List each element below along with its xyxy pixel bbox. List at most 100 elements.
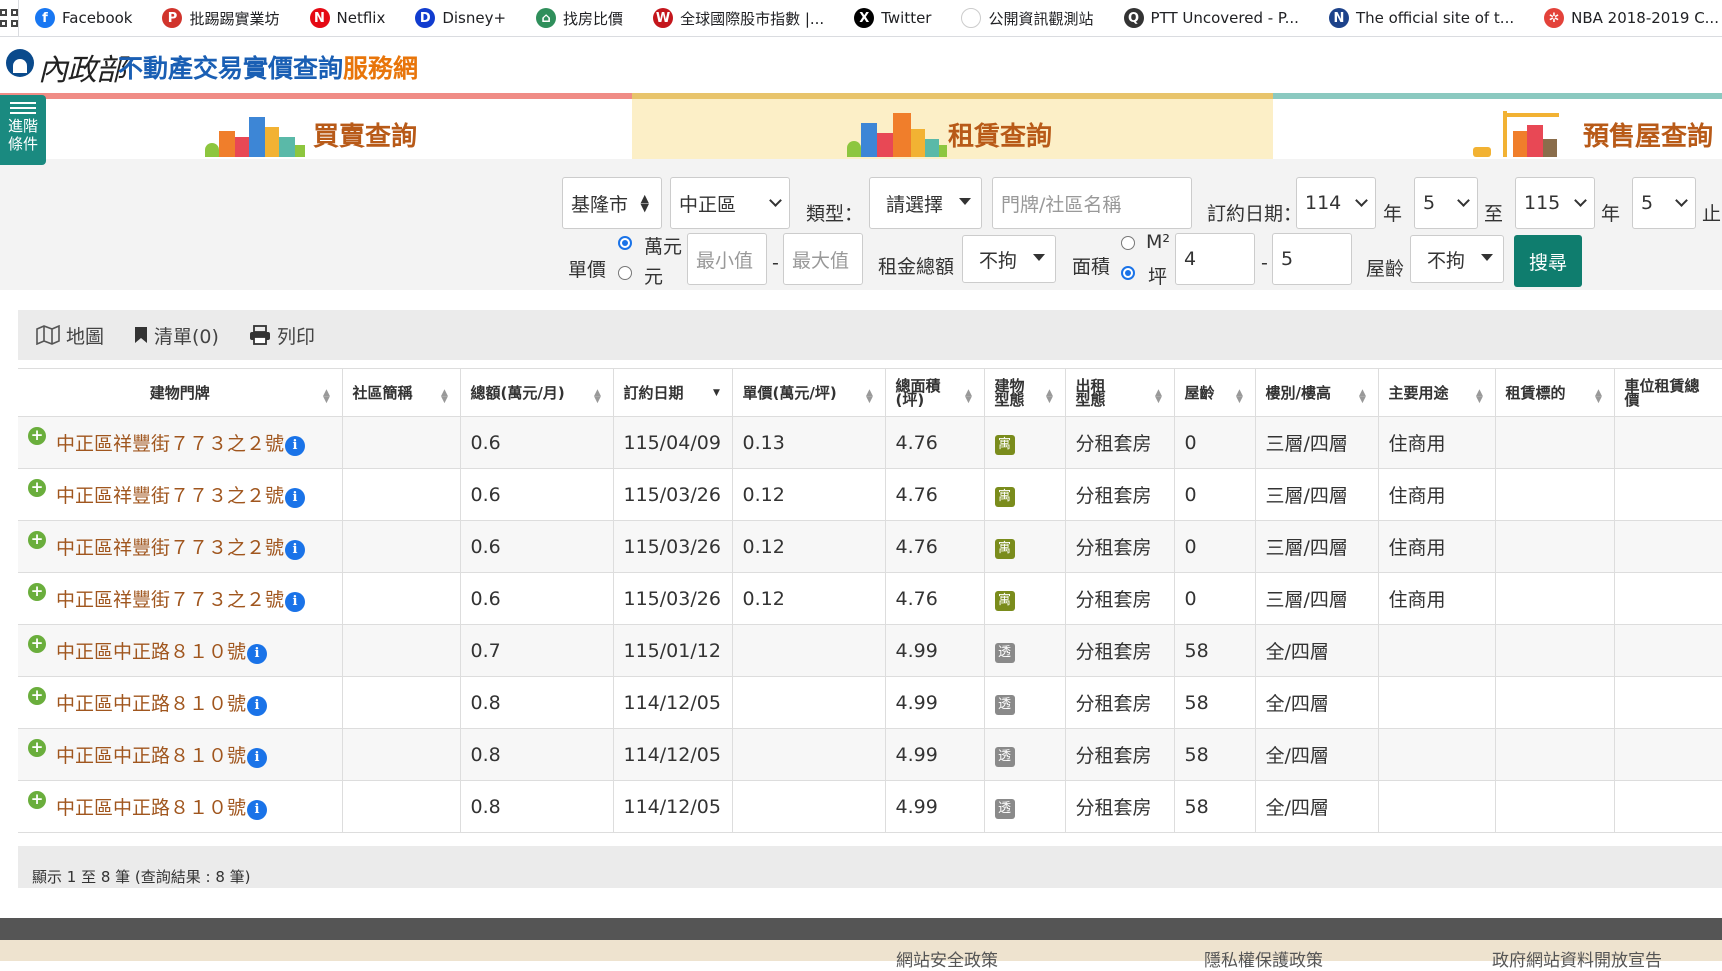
column-header[interactable]: 主要用途 ▲ ▼ <box>1378 368 1496 417</box>
building-age-select[interactable]: 不拘 <box>1410 235 1504 283</box>
bookmark-item[interactable]: N The official site of t... <box>1309 0 1524 36</box>
area-max-input[interactable]: 5 <box>1272 233 1352 285</box>
sort-icon[interactable]: ▲ ▼ <box>865 389 875 405</box>
sort-icon[interactable]: ▲ ▼ <box>1045 389 1055 405</box>
info-icon[interactable]: i <box>285 435 306 456</box>
bookmark-item[interactable]: X Twitter <box>834 0 941 36</box>
table-row[interactable]: + 中正區中正路８１０號 i 0.7 115/01/12 4.99 透 分租套房 58 全/四層 <box>18 624 1722 677</box>
bookmark-item[interactable]: N Netflix <box>290 0 396 36</box>
apps-grid-icon[interactable] <box>0 0 19 36</box>
sort-icon[interactable]: ▲ ▼ <box>1475 389 1485 405</box>
table-row[interactable]: + 中正區中正路８１０號 i 0.8 114/12/05 4.99 透 分租套房 58 全/四層 <box>18 676 1722 729</box>
tab-rent[interactable]: 租賃查詢 <box>632 93 1273 159</box>
address-link[interactable]: 中正區中正路８１０號 <box>56 689 246 716</box>
sort-icon[interactable]: ▲ ▼ <box>1358 389 1368 405</box>
area-m2-radio[interactable] <box>1121 236 1135 250</box>
cell-value: 4.76 <box>895 431 938 454</box>
bookmark-item[interactable]: 公開資訊觀測站 <box>941 0 1103 36</box>
expand-plus-icon[interactable]: + <box>28 686 46 705</box>
type-select[interactable]: 請選擇 <box>869 177 982 229</box>
area-ping-radio[interactable] <box>1121 266 1135 280</box>
sort-icon[interactable]: ▲ ▼ <box>593 389 603 405</box>
column-header[interactable]: 單價(萬元/坪) ▲ ▼ <box>732 368 886 417</box>
address-link[interactable]: 中正區祥豐街７７３之２號 <box>56 533 284 560</box>
expand-plus-icon[interactable]: + <box>28 426 46 445</box>
info-icon[interactable]: i <box>247 799 268 820</box>
bookmark-item[interactable]: Q PTT Uncovered - P... <box>1104 0 1309 36</box>
table-row[interactable]: + 中正區中正路８１０號 i 0.8 114/12/05 4.99 透 分租套房 58 全/四層 <box>18 780 1722 833</box>
column-header[interactable]: 出租 型態 ▲ ▼ <box>1065 368 1175 417</box>
table-row[interactable]: + 中正區祥豐街７７３之２號 i 0.6 115/04/09 0.13 4.76 寓 分租套房 0… <box>18 416 1722 469</box>
area-min-input[interactable]: 4 <box>1175 233 1255 285</box>
table-row[interactable]: + 中正區中正路８１０號 i 0.8 114/12/05 4.99 透 分租套房 58 全/四層 <box>18 728 1722 781</box>
table-row[interactable]: + 中正區祥豐街７７３之２號 i 0.6 115/03/26 0.12 4.76 寓 分租套房 0… <box>18 468 1722 521</box>
end-month-select[interactable]: 5 <box>1632 177 1696 229</box>
info-icon[interactable]: i <box>247 747 268 768</box>
table-row[interactable]: + 中正區祥豐街７７３之２號 i 0.6 115/03/26 0.12 4.76 寓 分租套房 0… <box>18 520 1722 573</box>
info-icon[interactable]: i <box>285 591 306 612</box>
column-header[interactable]: 屋齡 ▲ ▼ <box>1174 368 1256 417</box>
info-icon[interactable]: i <box>285 539 306 560</box>
info-icon[interactable]: i <box>247 643 268 664</box>
address-input[interactable]: 門牌/社區名稱 <box>992 177 1192 229</box>
address-link[interactable]: 中正區中正路８１０號 <box>56 793 246 820</box>
expand-plus-icon[interactable]: + <box>28 582 46 601</box>
unit-price-max-input[interactable]: 最大值 <box>783 233 863 285</box>
column-header[interactable]: 車位租賃總價 <box>1614 368 1722 417</box>
bookmark-item[interactable]: ✲ NBA 2018-2019 C... <box>1524 0 1722 36</box>
column-header[interactable]: 總面積 (坪) ▲ ▼ <box>885 368 985 417</box>
advanced-conditions-button[interactable]: 進階 條件 <box>0 95 46 165</box>
site-title[interactable]: 不動產交易實價查詢服務網 <box>118 49 418 85</box>
search-button[interactable]: 搜尋 <box>1514 235 1582 287</box>
expand-plus-icon[interactable]: + <box>28 790 46 809</box>
bookmark-item[interactable]: ⌂ 找房比價 <box>516 0 633 36</box>
end-year-select[interactable]: 115 <box>1515 177 1595 229</box>
start-year-select[interactable]: 114 <box>1296 177 1376 229</box>
column-header[interactable]: 建物門牌 ▲ ▼ <box>18 368 343 417</box>
expand-plus-icon[interactable]: + <box>28 634 46 653</box>
footer-security-link[interactable]: 網站安全政策 <box>896 946 998 971</box>
city-select[interactable]: 基隆市 ▲ ▼ <box>562 177 662 229</box>
column-header[interactable]: 樓別/樓高 ▲ ▼ <box>1255 368 1379 417</box>
unit-wan-radio[interactable] <box>618 236 632 250</box>
sort-icon[interactable]: ▲ ▼ <box>1235 389 1245 405</box>
unit-yuan-radio[interactable] <box>618 266 632 280</box>
sort-icon[interactable]: ▲ ▼ <box>440 389 450 405</box>
column-header[interactable]: 訂約日期 ▼ <box>613 368 733 417</box>
district-select[interactable]: 中正區 <box>670 177 790 229</box>
bookmark-item[interactable]: f Facebook <box>19 0 142 36</box>
footer-privacy-link[interactable]: 隱私權保護政策 <box>1204 946 1323 971</box>
tab-buy[interactable]: 買賣查詢 <box>0 93 632 159</box>
address-link[interactable]: 中正區祥豐街７７３之２號 <box>56 481 284 508</box>
bookmark-item[interactable]: W 全球國際股市指數 |... <box>633 0 834 36</box>
expand-plus-icon[interactable]: + <box>28 530 46 549</box>
footer-open-data-link[interactable]: 政府網站資料開放宣告 <box>1492 946 1662 971</box>
expand-plus-icon[interactable]: + <box>28 738 46 757</box>
column-header[interactable]: 租賃標的 ▲ ▼ <box>1495 368 1615 417</box>
print-button[interactable]: 列印 <box>249 322 315 349</box>
info-icon[interactable]: i <box>285 487 306 508</box>
bookmark-item[interactable]: D Disney+ <box>395 0 516 36</box>
expand-plus-icon[interactable]: + <box>28 478 46 497</box>
start-month-select[interactable]: 5 <box>1414 177 1478 229</box>
sort-icon[interactable]: ▲ ▼ <box>1594 389 1604 405</box>
list-button[interactable]: 清單(0) <box>134 322 219 349</box>
address-link[interactable]: 中正區祥豐街７７３之２號 <box>56 585 284 612</box>
table-row[interactable]: + 中正區祥豐街７７３之２號 i 0.6 115/03/26 0.12 4.76 寓 分租套房 0… <box>18 572 1722 625</box>
unit-price-min-input[interactable]: 最小值 <box>687 233 767 285</box>
map-button[interactable]: 地圖 <box>36 322 104 349</box>
bookmark-item[interactable]: P 批踢踢實業坊 <box>142 0 289 36</box>
tab-presale[interactable]: 預售屋查詢 <box>1273 93 1722 159</box>
sort-icon[interactable]: ▲ ▼ <box>1154 389 1164 405</box>
address-link[interactable]: 中正區祥豐街７７３之２號 <box>56 429 284 456</box>
rent-total-select[interactable]: 不拘 <box>962 235 1056 283</box>
sort-icon[interactable]: ▼ <box>712 389 722 398</box>
address-link[interactable]: 中正區中正路８１０號 <box>56 741 246 768</box>
column-header[interactable]: 社區簡稱 ▲ ▼ <box>342 368 461 417</box>
column-header[interactable]: 總額(萬元/月) ▲ ▼ <box>460 368 614 417</box>
column-header[interactable]: 建物 型態 ▲ ▼ <box>984 368 1066 417</box>
sort-icon[interactable]: ▲ ▼ <box>964 389 974 405</box>
info-icon[interactable]: i <box>247 695 268 716</box>
address-link[interactable]: 中正區中正路８１０號 <box>56 637 246 664</box>
sort-icon[interactable]: ▲ ▼ <box>322 389 332 405</box>
